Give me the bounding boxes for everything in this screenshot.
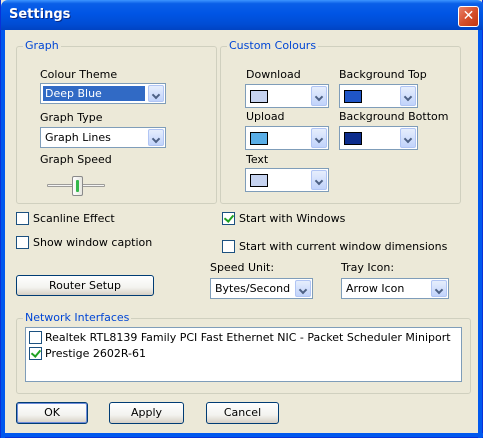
chevron-down-icon[interactable] — [311, 170, 327, 190]
background-bottom-label: Background Bottom — [339, 110, 449, 123]
text-colour-picker[interactable] — [245, 168, 329, 192]
graph-type-label: Graph Type — [40, 111, 103, 124]
speed-unit-label: Speed Unit: — [210, 261, 275, 274]
start-with-windows-box[interactable] — [222, 212, 235, 225]
scanline-effect-label: Scanline Effect — [33, 212, 115, 225]
tray-icon-value: Arrow Icon — [346, 282, 405, 295]
apply-button[interactable]: Apply — [109, 402, 184, 424]
show-window-caption-box[interactable] — [16, 236, 29, 249]
background-top-colour-picker[interactable] — [339, 84, 418, 108]
colour-theme-value: Deep Blue — [43, 86, 145, 101]
window-frame-left — [1, 30, 5, 438]
graph-type-select[interactable]: Graph Lines — [40, 127, 166, 148]
speed-unit-value: Bytes/Second — [215, 282, 291, 295]
show-window-caption-checkbox[interactable]: Show window caption — [16, 236, 152, 249]
graph-speed-label: Graph Speed — [40, 153, 112, 166]
upload-colour-swatch — [250, 132, 268, 145]
chevron-down-icon[interactable] — [400, 128, 416, 148]
chevron-down-icon[interactable] — [400, 86, 416, 106]
speed-unit-select[interactable]: Bytes/Second — [210, 278, 313, 299]
network-interfaces-group-label: Network Interfaces — [23, 311, 132, 324]
start-with-windows-checkbox[interactable]: Start with Windows — [222, 212, 345, 225]
window-frame-right — [478, 30, 482, 438]
close-icon: ✕ — [462, 8, 475, 24]
chevron-down-icon[interactable] — [148, 85, 164, 102]
chevron-down-icon[interactable] — [311, 86, 327, 106]
scanline-effect-box[interactable] — [16, 212, 29, 225]
download-colour-swatch — [250, 90, 268, 103]
upload-colour-picker[interactable] — [245, 126, 329, 150]
network-interfaces-list[interactable]: Realtek RTL8139 Family PCI Fast Ethernet… — [25, 327, 462, 382]
cancel-button[interactable]: Cancel — [206, 402, 279, 424]
tray-icon-select[interactable]: Arrow Icon — [341, 278, 449, 299]
settings-window: Settings ✕ Graph Colour Theme Deep Blue … — [0, 0, 483, 438]
tray-icon-label: Tray Icon: — [341, 261, 395, 274]
start-with-dimensions-checkbox[interactable]: Start with current window dimensions — [222, 240, 447, 253]
colour-theme-select[interactable]: Deep Blue — [40, 83, 166, 104]
title-bar[interactable]: Settings ✕ — [1, 0, 483, 30]
list-item[interactable]: Prestige 2602R-61 — [29, 347, 146, 360]
graph-type-value: Graph Lines — [45, 131, 111, 144]
list-item-label: Realtek RTL8139 Family PCI Fast Ethernet… — [45, 331, 451, 344]
graph-group-label: Graph — [23, 39, 61, 52]
scanline-effect-checkbox[interactable]: Scanline Effect — [16, 212, 115, 225]
upload-label: Upload — [246, 110, 285, 123]
router-setup-button[interactable]: Router Setup — [16, 275, 154, 296]
text-colour-swatch — [250, 174, 268, 187]
window-title: Settings — [9, 7, 71, 22]
window-frame-bottom — [1, 433, 483, 437]
chevron-down-icon[interactable] — [431, 280, 447, 297]
list-item-checkbox[interactable] — [29, 347, 42, 360]
chevron-down-icon[interactable] — [311, 128, 327, 148]
background-top-colour-swatch — [344, 90, 362, 103]
start-with-windows-label: Start with Windows — [239, 212, 346, 225]
chevron-down-icon[interactable] — [295, 280, 311, 297]
list-item[interactable]: Realtek RTL8139 Family PCI Fast Ethernet… — [29, 331, 451, 344]
list-item-checkbox[interactable] — [29, 331, 42, 344]
graph-speed-slider-thumb[interactable] — [72, 176, 83, 196]
start-with-dimensions-label: Start with current window dimensions — [239, 240, 448, 253]
text-colour-label: Text — [246, 153, 269, 166]
chevron-down-icon[interactable] — [148, 129, 164, 146]
ok-button[interactable]: OK — [16, 402, 88, 424]
background-bottom-colour-picker[interactable] — [339, 126, 418, 150]
download-colour-picker[interactable] — [245, 84, 329, 108]
custom-colours-group-label: Custom Colours — [227, 39, 319, 52]
background-bottom-colour-swatch — [344, 132, 362, 145]
list-item-label: Prestige 2602R-61 — [45, 347, 146, 360]
colour-theme-label: Colour Theme — [40, 68, 118, 81]
background-top-label: Background Top — [339, 68, 427, 81]
download-label: Download — [246, 68, 301, 81]
start-with-dimensions-box[interactable] — [222, 240, 235, 253]
close-button[interactable]: ✕ — [458, 6, 479, 27]
show-window-caption-label: Show window caption — [33, 236, 153, 249]
